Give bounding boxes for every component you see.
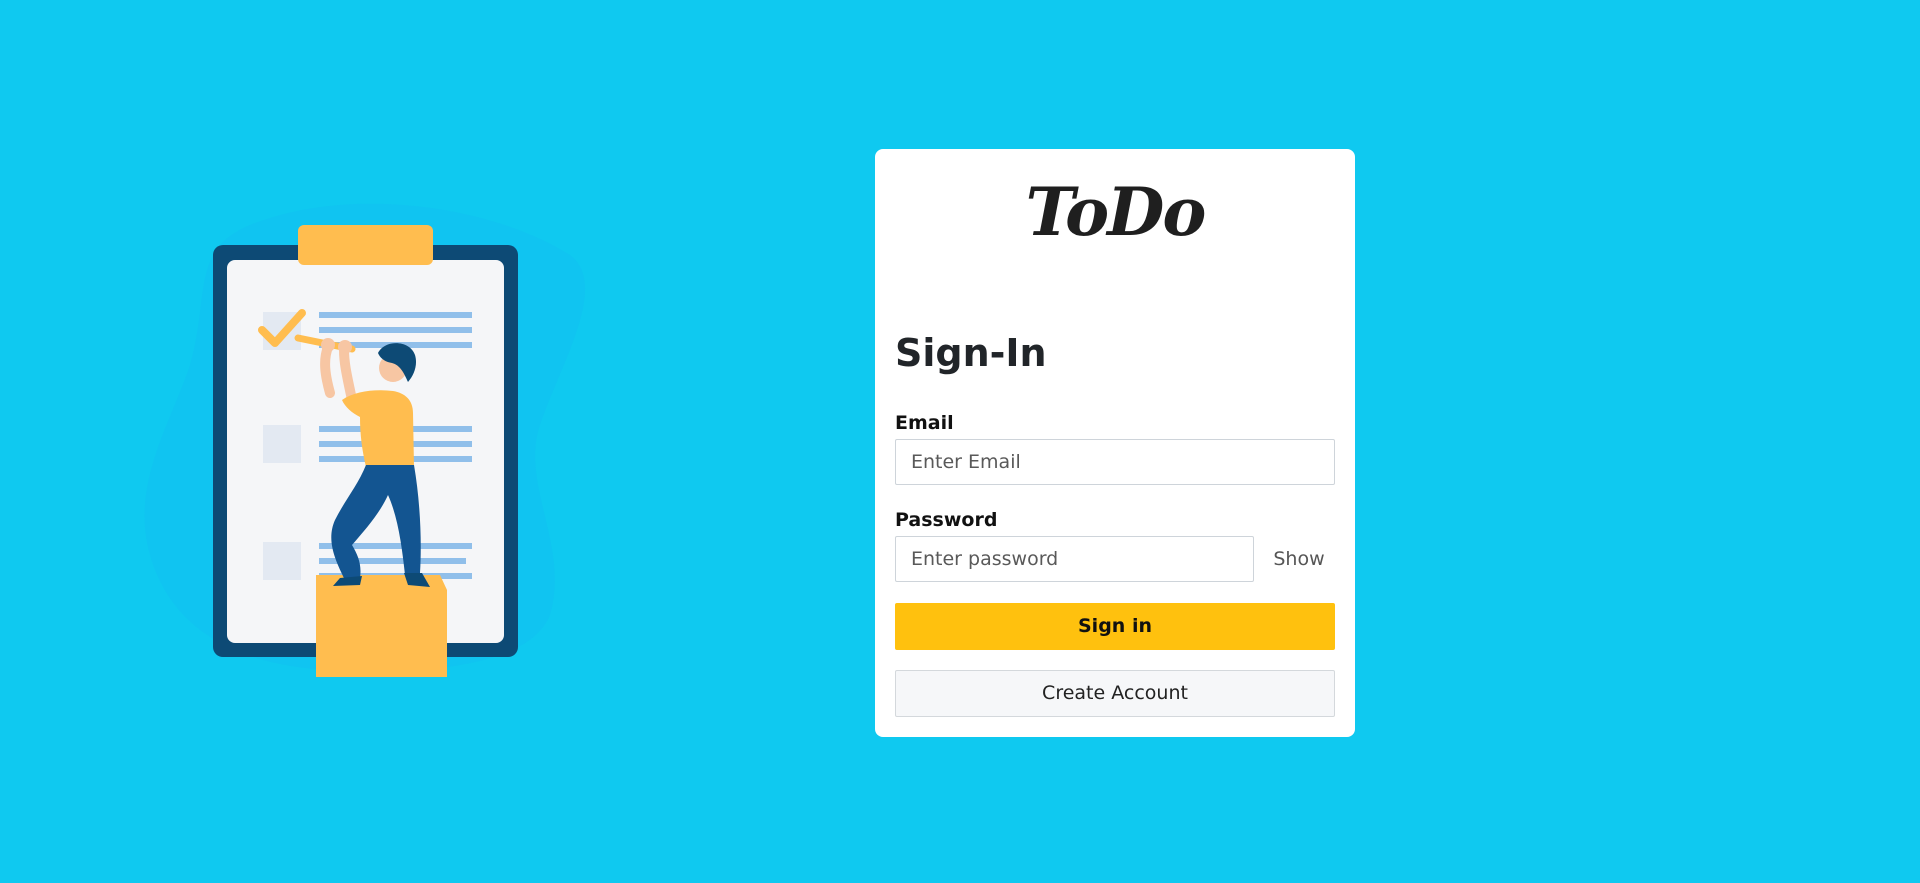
email-field[interactable]: [895, 439, 1335, 485]
sign-in-page: ToDo Sign-In Email Password Show Sign in…: [0, 0, 1920, 883]
arm-left: [320, 342, 335, 398]
text-line: [319, 312, 472, 318]
clipboard-clip: [298, 225, 433, 265]
create-account-button[interactable]: Create Account: [895, 670, 1335, 717]
sign-in-button[interactable]: Sign in: [895, 603, 1335, 650]
checkbox-empty: [263, 542, 301, 580]
sign-in-card: ToDo Sign-In Email Password Show Sign in…: [875, 149, 1355, 737]
page-title: Sign-In: [895, 331, 1047, 375]
password-field[interactable]: [895, 536, 1254, 582]
show-password-toggle[interactable]: Show: [1268, 536, 1330, 582]
checklist-illustration-svg: [144, 203, 586, 677]
email-label: Email: [895, 412, 954, 434]
checklist-illustration: [130, 195, 590, 685]
text-line: [319, 327, 472, 333]
checkbox-empty: [263, 425, 301, 463]
password-label: Password: [895, 509, 998, 531]
hand: [321, 338, 335, 352]
pedestal-box: [316, 575, 447, 677]
app-logo[interactable]: ToDo: [875, 179, 1355, 245]
hand: [338, 340, 352, 354]
